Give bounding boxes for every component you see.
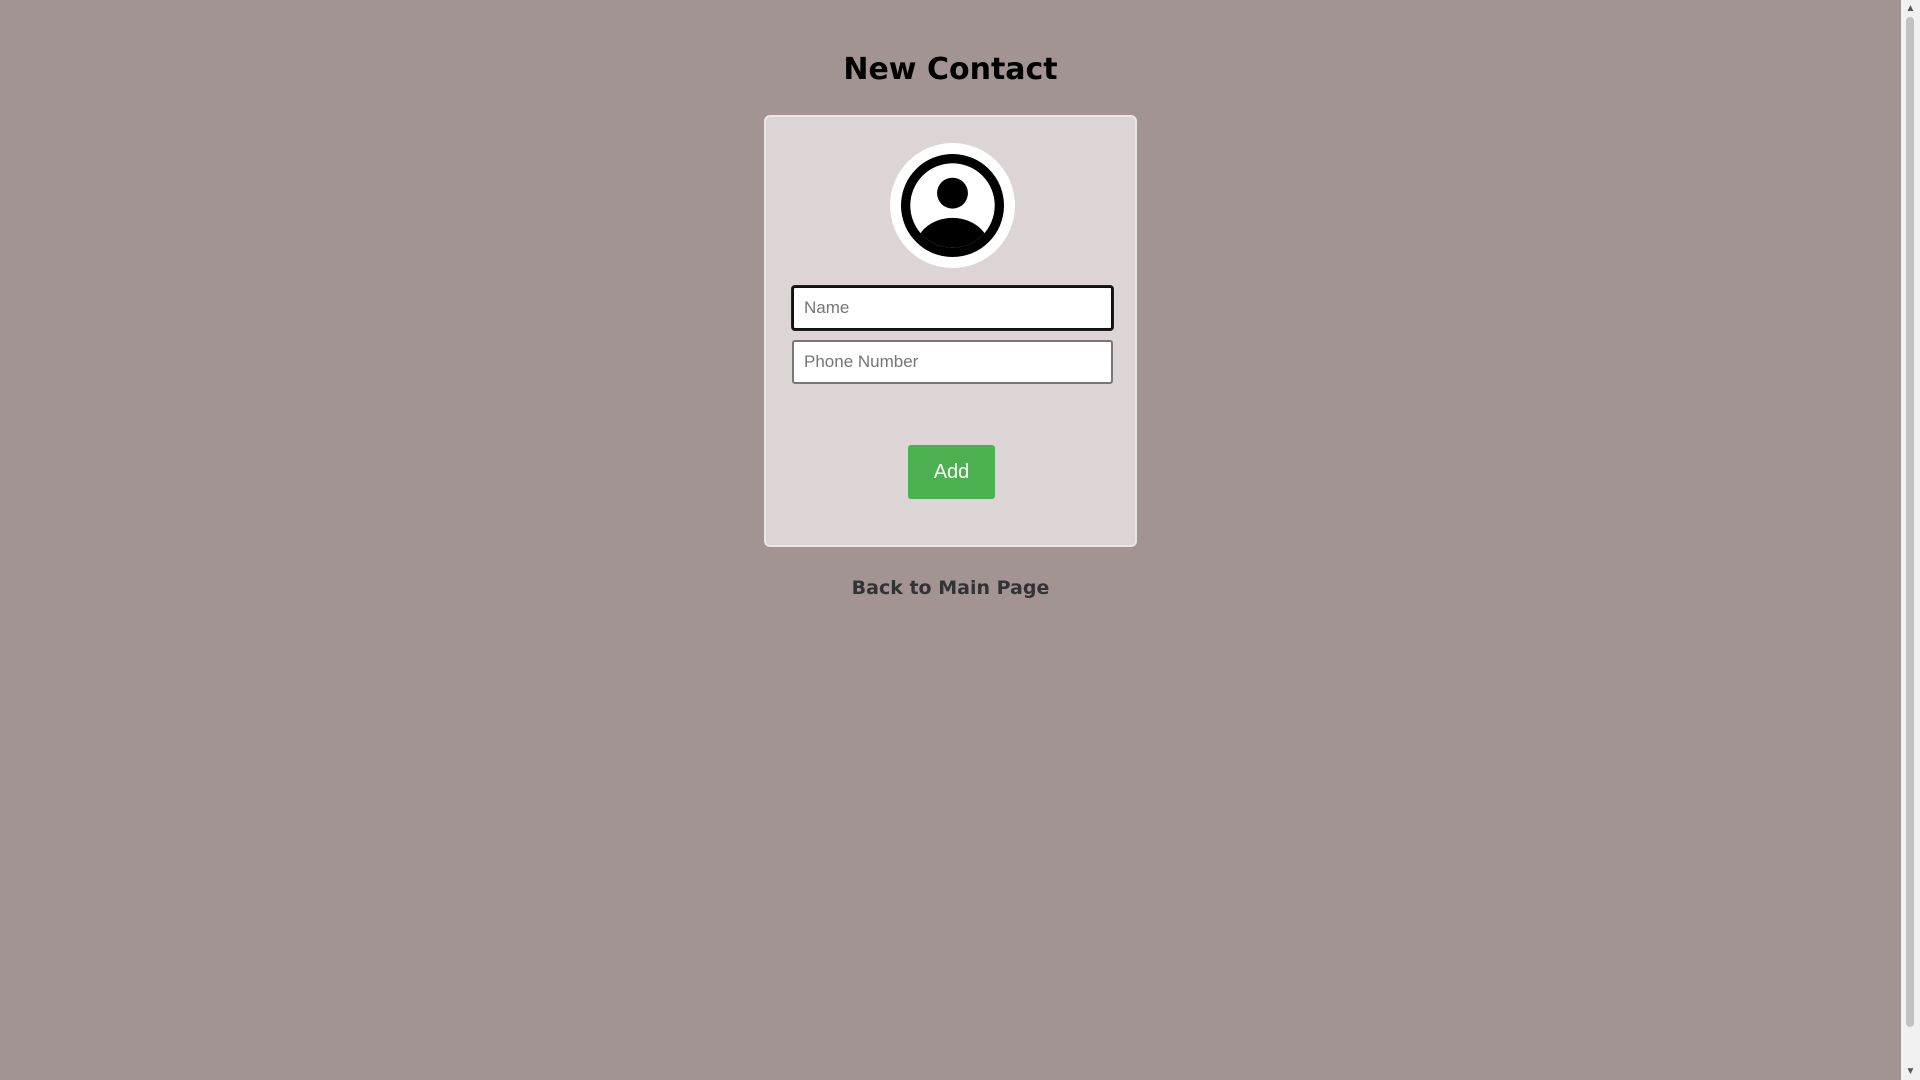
name-input[interactable]	[792, 286, 1113, 330]
page-title: New Contact	[843, 52, 1058, 87]
user-circle-icon	[901, 154, 1004, 257]
vertical-scrollbar[interactable]: ▲ ▼	[1901, 0, 1920, 1080]
phone-number-input[interactable]	[792, 340, 1113, 384]
contact-form-card: Add	[764, 115, 1137, 547]
new-contact-page: New Contact Add Back to Main Page	[0, 0, 1901, 1080]
scroll-down-arrow-icon[interactable]: ▼	[1901, 1063, 1920, 1080]
avatar	[890, 143, 1015, 268]
back-to-main-page-link[interactable]: Back to Main Page	[0, 577, 1901, 599]
add-button[interactable]: Add	[908, 445, 995, 499]
scroll-up-arrow-icon[interactable]: ▲	[1901, 0, 1920, 17]
scroll-thumb[interactable]	[1906, 17, 1914, 1027]
